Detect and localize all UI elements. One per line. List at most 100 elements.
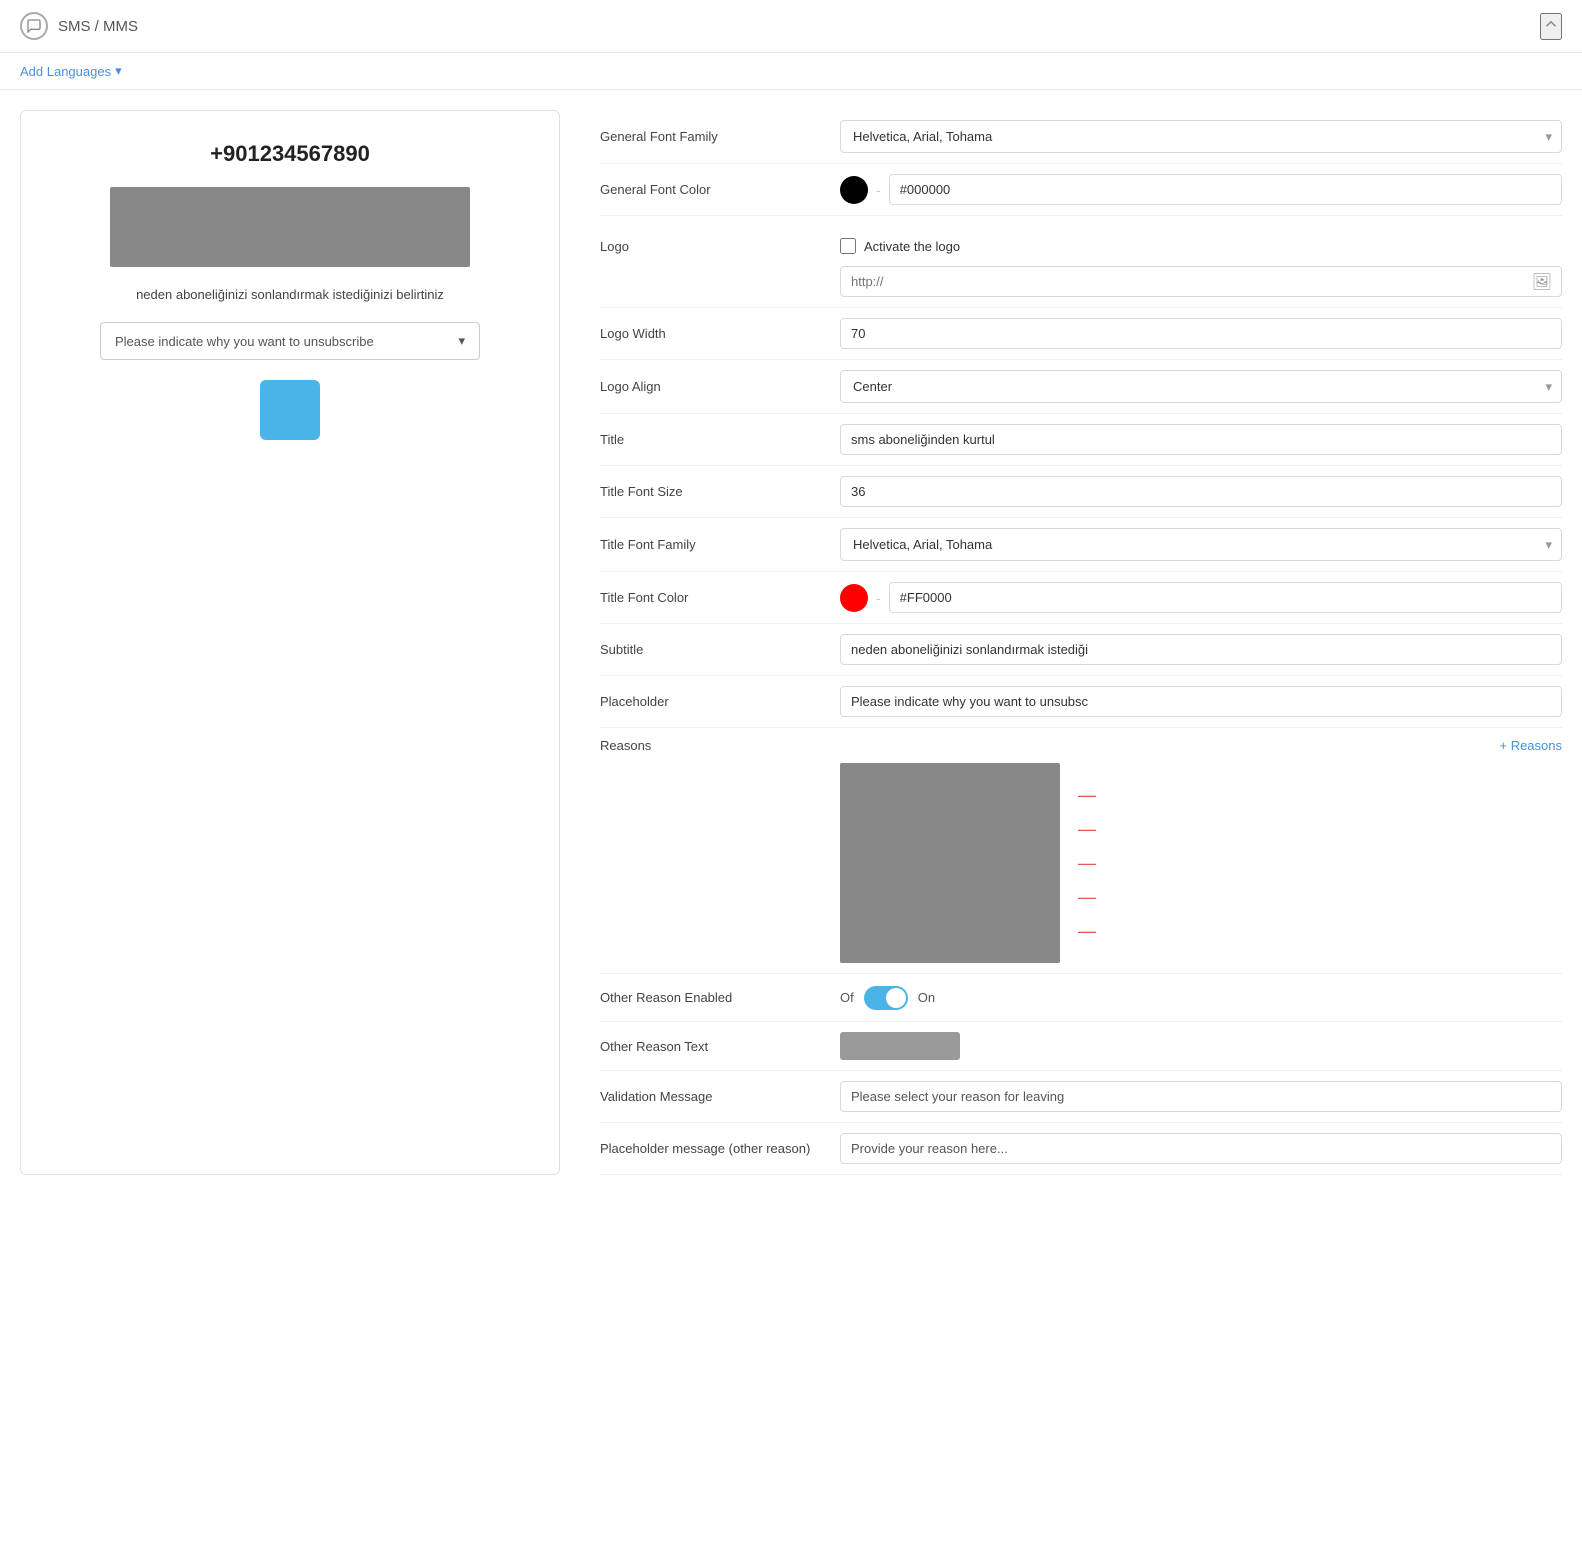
delete-reason-1-button[interactable]: — [1070,784,1104,806]
collapse-button[interactable] [1540,13,1562,40]
general-font-color-dot[interactable] [840,176,868,204]
title-font-color-label: Title Font Color [600,590,840,605]
delete-reason-5-button[interactable]: — [1070,920,1104,942]
title-color-input-group: - [840,582,1562,613]
logo-align-row: Logo Align Center Left Right [600,360,1562,414]
title-font-size-label: Title Font Size [600,484,840,499]
title-font-color-hex-input[interactable] [889,582,1562,613]
placeholder-other-reason-input[interactable] [840,1133,1562,1164]
add-reasons-button[interactable]: + Reasons [1499,738,1562,753]
validation-message-input[interactable] [840,1081,1562,1112]
preview-logo-placeholder [110,187,470,267]
logo-url-input[interactable] [840,266,1562,297]
activate-logo-checkbox-row: Activate the logo [840,238,960,254]
toggle-on-label: On [918,990,935,1005]
general-font-color-row: General Font Color - [600,164,1562,216]
title-label: Title [600,432,840,447]
placeholder-control [840,686,1562,717]
title-font-color-control: - [840,582,1562,613]
general-font-family-label: General Font Family [600,129,840,144]
logo-row-top: Logo Activate the logo [600,226,1562,266]
activate-logo-checkbox[interactable] [840,238,856,254]
general-font-color-control: - [840,174,1562,205]
add-languages-button[interactable]: Add Languages ▾ [20,63,122,79]
logo-label: Logo [600,239,840,254]
content-area: +901234567890 neden aboneliğinizi sonlan… [0,90,1582,1195]
general-font-family-select[interactable]: Helvetica, Arial, Tohama [840,120,1562,153]
settings-panel: General Font Family Helvetica, Arial, To… [600,110,1562,1175]
subtitle-label: Subtitle [600,642,840,657]
placeholder-other-reason-control [840,1133,1562,1164]
title-font-family-select-wrapper: Helvetica, Arial, Tohama [840,528,1562,561]
chevron-down-icon: ▾ [115,63,122,79]
logo-row: Logo Activate the logo 🖼 [600,216,1562,308]
title-font-color-dot[interactable] [840,584,868,612]
general-font-family-select-wrapper: Helvetica, Arial, Tohama [840,120,1562,153]
general-font-color-label: General Font Color [600,182,840,197]
reasons-image-placeholder [840,763,1060,963]
toggle-off-label: Of [840,990,854,1005]
chevron-down-icon: ▾ [458,333,465,349]
reasons-list-area: — — — — — [840,763,1562,963]
add-reasons-label: + Reasons [1499,738,1562,753]
sms-icon [20,12,48,40]
title-color-separator: - [876,590,881,606]
other-reason-text-label: Other Reason Text [600,1039,840,1054]
other-reason-toggle[interactable] [864,986,908,1010]
validation-message-label: Validation Message [600,1089,840,1104]
other-reason-text-value [840,1032,960,1060]
header: SMS / MMS [0,0,1582,53]
other-reason-enabled-control: Of On [840,986,1562,1010]
delete-reason-3-button[interactable]: — [1070,852,1104,874]
logo-width-label: Logo Width [600,326,840,341]
logo-url-row: 🖼 [600,266,1562,297]
placeholder-other-reason-label: Placeholder message (other reason) [600,1141,840,1156]
validation-message-control [840,1081,1562,1112]
title-font-family-row: Title Font Family Helvetica, Arial, Toha… [600,518,1562,572]
preview-subtitle: neden aboneliğinizi sonlandırmak istediğ… [136,287,444,302]
title-font-size-input[interactable] [840,476,1562,507]
preview-dropdown[interactable]: Please indicate why you want to unsubscr… [100,322,480,360]
logo-width-input[interactable] [840,318,1562,349]
color-input-group: - [840,174,1562,205]
placeholder-other-reason-row: Placeholder message (other reason) [600,1123,1562,1175]
delete-reason-4-button[interactable]: — [1070,886,1104,908]
placeholder-input[interactable] [840,686,1562,717]
other-reason-enabled-label: Other Reason Enabled [600,990,840,1005]
placeholder-label: Placeholder [600,694,840,709]
delete-reason-2-button[interactable]: — [1070,818,1104,840]
reasons-label: Reasons [600,738,840,753]
reasons-row: Reasons + Reasons — — — — — [600,728,1562,974]
preview-phone: +901234567890 [210,141,370,167]
title-row: Title [600,414,1562,466]
logo-align-label: Logo Align [600,379,840,394]
color-separator: - [876,182,881,198]
title-input[interactable] [840,424,1562,455]
activate-logo-text: Activate the logo [864,239,960,254]
reasons-delete-buttons: — — — — — [1070,763,1104,963]
logo-align-select[interactable]: Center Left Right [840,370,1562,403]
preview-submit-button [260,380,320,440]
preview-dropdown-text: Please indicate why you want to unsubscr… [115,334,374,349]
title-control [840,424,1562,455]
logo-url-input-group: 🖼 [840,266,1562,297]
logo-width-row: Logo Width [600,308,1562,360]
toggle-group: Of On [840,986,935,1010]
title-font-family-control: Helvetica, Arial, Tohama [840,528,1562,561]
logo-align-select-wrapper: Center Left Right [840,370,1562,403]
general-font-family-control: Helvetica, Arial, Tohama [840,120,1562,153]
other-reason-text-row: Other Reason Text [600,1022,1562,1071]
subtitle-input[interactable] [840,634,1562,665]
header-title: SMS / MMS [58,18,138,35]
subtitle-control [840,634,1562,665]
general-font-family-row: General Font Family Helvetica, Arial, To… [600,110,1562,164]
general-font-color-hex-input[interactable] [889,174,1562,205]
preview-panel: +901234567890 neden aboneliğinizi sonlan… [20,110,560,1175]
title-font-family-label: Title Font Family [600,537,840,552]
main-container: SMS / MMS Add Languages ▾ +901234567890 … [0,0,1582,1558]
validation-message-row: Validation Message [600,1071,1562,1123]
reasons-add-area: + Reasons [840,738,1562,753]
title-font-family-select[interactable]: Helvetica, Arial, Tohama [840,528,1562,561]
other-reason-text-control [840,1032,1562,1060]
header-left: SMS / MMS [20,12,138,40]
